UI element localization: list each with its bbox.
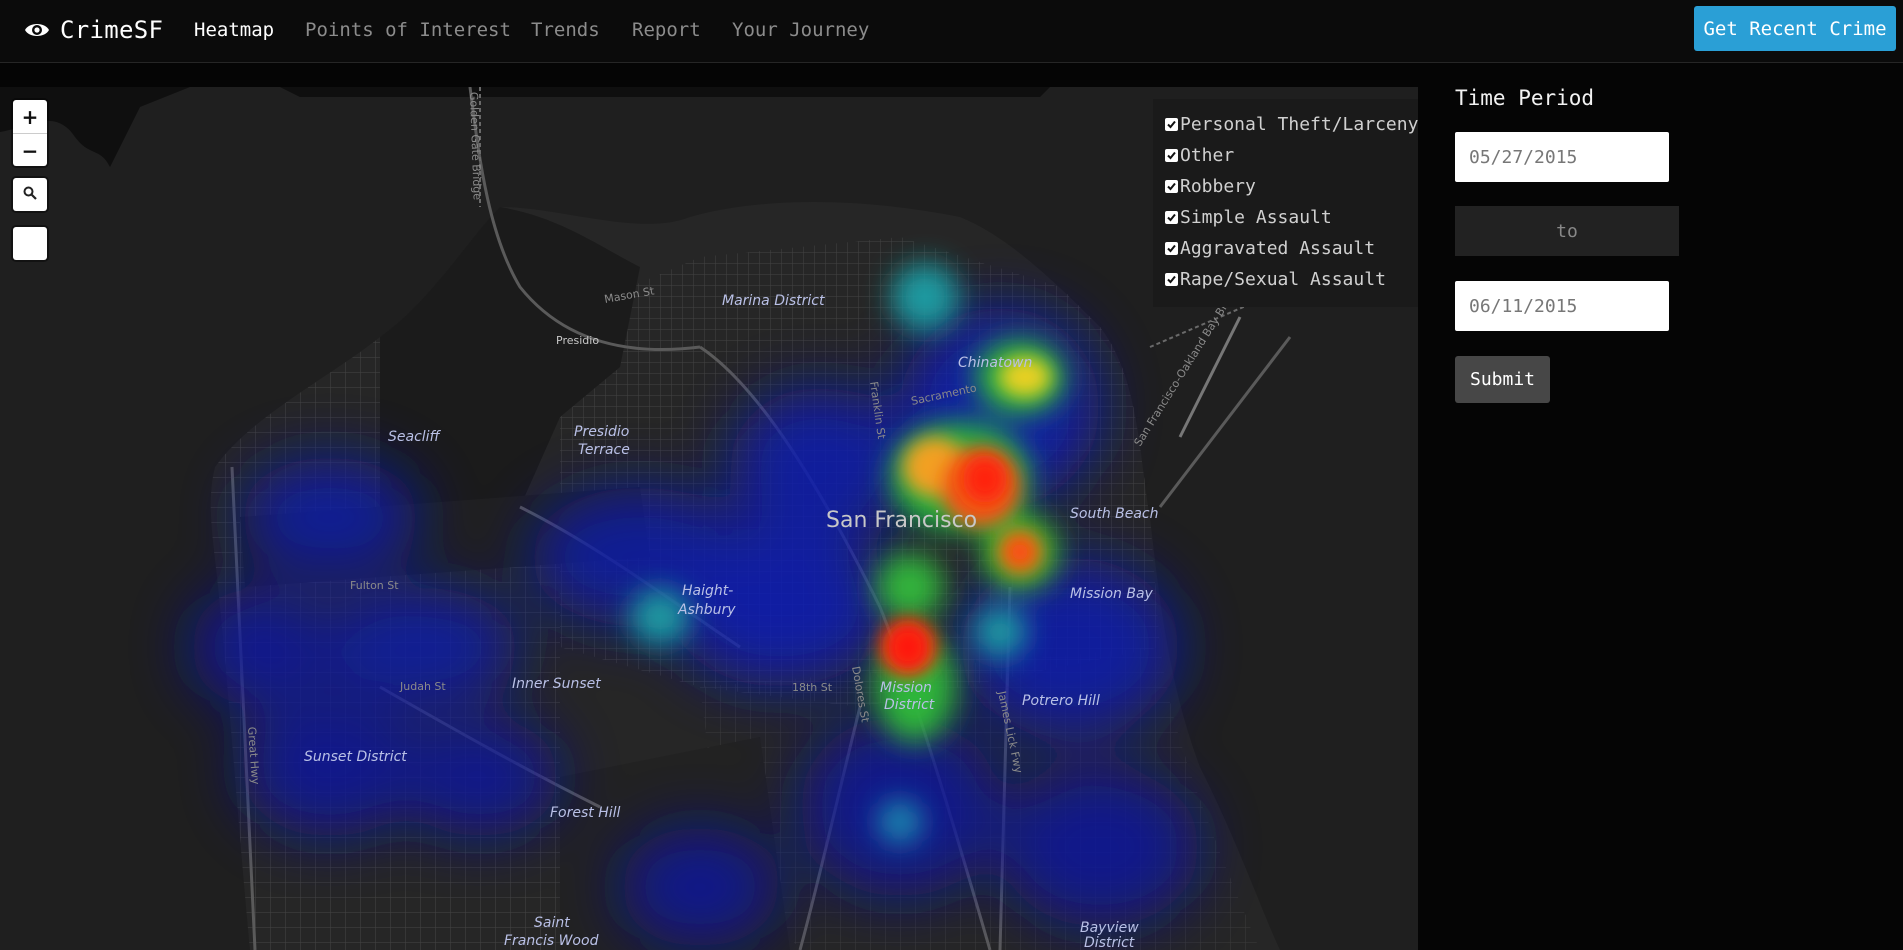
filter-robbery[interactable]: Robbery	[1153, 171, 1418, 202]
checkbox-checked-icon[interactable]	[1165, 211, 1178, 224]
filter-rape-sexual-assault[interactable]: Rape/Sexual Assault	[1153, 264, 1418, 295]
map-search-button[interactable]	[13, 178, 47, 211]
label-saint-francis-1: Saint	[534, 915, 570, 931]
label-south-beach: South Beach	[1070, 506, 1159, 522]
brand-name: CrimeSF	[60, 16, 164, 44]
zoom-control: + −	[13, 100, 47, 166]
submit-button[interactable]: Submit	[1455, 356, 1550, 403]
filter-label: Personal Theft/Larceny	[1180, 114, 1418, 135]
map-blank-button[interactable]	[13, 227, 47, 260]
search-icon	[23, 185, 37, 204]
time-period-title: Time Period	[1455, 86, 1595, 110]
label-bayview-2: District	[1084, 935, 1135, 950]
label-mission-bay: Mission Bay	[1070, 586, 1154, 602]
filter-label: Rape/Sexual Assault	[1180, 269, 1386, 290]
label-mission-1: Mission	[880, 680, 932, 696]
eye-icon	[24, 20, 50, 40]
brand[interactable]: CrimeSF	[24, 14, 163, 46]
filter-label: Aggravated Assault	[1180, 238, 1376, 259]
zoom-out-button[interactable]: −	[13, 133, 47, 167]
nav-report[interactable]: Report	[632, 19, 701, 41]
filter-personal-theft[interactable]: Personal Theft/Larceny	[1153, 109, 1418, 140]
nav-your-journey[interactable]: Your Journey	[732, 19, 869, 41]
label-sunset-district: Sunset District	[304, 749, 407, 765]
filter-simple-assault[interactable]: Simple Assault	[1153, 202, 1418, 233]
label-saint-francis-2: Francis Wood	[504, 933, 599, 949]
filter-aggravated-assault[interactable]: Aggravated Assault	[1153, 233, 1418, 264]
label-haight-2: Ashbury	[677, 602, 736, 618]
street-judah-st: Judah St	[399, 680, 446, 693]
label-marina-district: Marina District	[722, 293, 825, 309]
checkbox-checked-icon[interactable]	[1165, 242, 1178, 255]
label-inner-sunset: Inner Sunset	[512, 676, 601, 692]
label-presidio-terrace-2: Terrace	[578, 442, 630, 458]
zoom-in-button[interactable]: +	[13, 100, 47, 133]
heatmap-map[interactable]: San Francisco Marina District Presidio P…	[0, 87, 1418, 950]
end-date-input[interactable]: 06/11/2015	[1455, 281, 1669, 331]
label-bayview-1: Bayview	[1080, 920, 1139, 936]
nav-heatmap[interactable]: Heatmap	[194, 19, 274, 41]
checkbox-checked-icon[interactable]	[1165, 273, 1178, 286]
street-18th-st: 18th St	[792, 681, 833, 694]
checkbox-checked-icon[interactable]	[1165, 118, 1178, 131]
filter-label: Other	[1180, 145, 1235, 166]
checkbox-checked-icon[interactable]	[1165, 149, 1178, 162]
start-date-input[interactable]: 05/27/2015	[1455, 132, 1669, 182]
checkbox-checked-icon[interactable]	[1165, 180, 1178, 193]
get-recent-crime-button[interactable]: Get Recent Crime	[1694, 6, 1896, 51]
filter-other[interactable]: Other	[1153, 140, 1418, 171]
crime-type-filter: Personal Theft/Larceny Other Robbery Sim…	[1153, 99, 1418, 307]
label-san-francisco: San Francisco	[826, 508, 977, 533]
label-presidio-terrace-1: Presidio	[574, 424, 629, 440]
filter-label: Simple Assault	[1180, 207, 1332, 228]
label-chinatown: Chinatown	[958, 355, 1032, 371]
label-haight-1: Haight-	[682, 583, 733, 599]
label-presidio: Presidio	[556, 334, 599, 347]
label-seacliff: Seacliff	[388, 429, 442, 445]
label-mission-2: District	[884, 697, 935, 713]
nav-points-of-interest[interactable]: Points of Interest	[305, 19, 511, 41]
filter-label: Robbery	[1180, 176, 1256, 197]
label-forest-hill: Forest Hill	[550, 805, 621, 821]
navbar: CrimeSF Heatmap Points of Interest Trend…	[0, 0, 1903, 63]
date-range-separator: to	[1455, 206, 1679, 256]
nav-trends[interactable]: Trends	[531, 19, 600, 41]
street-fulton-st: Fulton St	[350, 579, 399, 592]
label-potrero-hill: Potrero Hill	[1022, 693, 1100, 709]
